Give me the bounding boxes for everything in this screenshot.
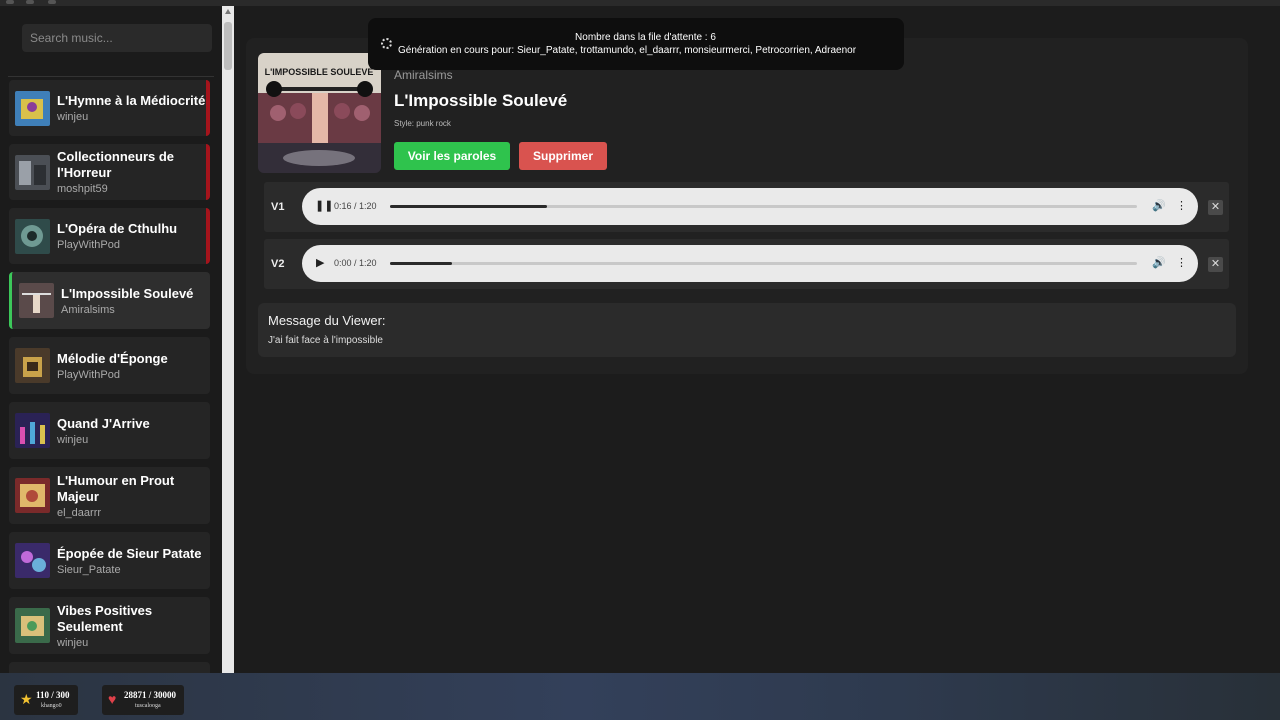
song-item[interactable]: Épopée de Sieur Patate Sieur_Patate [9,532,210,589]
seek-progress [390,205,547,208]
stat-user: khango0 [41,703,62,709]
back-icon[interactable] [6,0,14,4]
song-item[interactable]: Vibes Positives Seulement winjeu [9,597,210,654]
volume-icon[interactable]: 🔊 [1152,258,1166,269]
queue-notification: Nombre dans la file d'attente : 6 Généra… [368,18,904,70]
version-label: V1 [271,201,285,213]
song-author: Sieur_Patate [57,563,121,576]
sidebar: L'Hymne à la Médiocrité winjeu Collectio… [0,6,222,673]
song-title: Quand J'Arrive [57,415,150,431]
seek-bar[interactable] [390,262,1137,265]
audio-player[interactable]: ▶ 0:00 / 1:20 🔊 ⋮ [302,245,1198,282]
pause-icon[interactable]: ❚❚ [315,201,333,212]
seek-bar[interactable] [390,205,1137,208]
stat-user: tuscalooga [135,703,161,709]
song-title: L'Impossible Soulevé [61,285,194,301]
volume-icon[interactable]: 🔊 [1152,201,1166,212]
cover-text: L'IMPOSSIBLE SOULEVÉ [265,67,374,77]
close-icon[interactable]: ✕ [1208,200,1223,215]
viewer-message-body: J'ai fait face à l'impossible [268,335,383,346]
song-list: L'Hymne à la Médiocrité winjeu Collectio… [9,80,212,673]
song-thumbnail [15,543,50,578]
viewer-message-title: Message du Viewer: [268,313,386,328]
song-thumbnail [15,608,50,643]
time-display: 0:16 / 1:20 [334,201,377,211]
close-icon[interactable]: ✕ [1208,257,1223,272]
song-thumbnail [19,283,54,318]
song-author: winjeu [57,636,89,649]
song-author: PlayWithPod [57,239,120,251]
version-label: V2 [271,258,285,270]
more-options-icon[interactable]: ⋮ [1176,258,1187,269]
song-title: Épopée de Sieur Patate [57,545,202,561]
search-input[interactable] [22,24,212,52]
scrollbar-thumb[interactable] [224,22,232,70]
song-title: Mélodie d'Éponge [57,350,168,366]
song-thumbnail [15,413,50,448]
sidebar-scrollbar[interactable] [222,6,234,673]
seek-progress [390,262,452,265]
forward-icon[interactable] [26,0,34,4]
song-item[interactable]: L'Hymne à la Médiocrité winjeu [9,80,210,136]
song-author: moshpit59 [57,183,108,195]
song-thumbnail [15,348,50,383]
main-panel: L'IMPOSSIBLE SOULEVÉ Amiralsims L'Imposs… [234,6,1280,673]
queue-count: Nombre dans la file d'attente : 6 [575,32,716,43]
song-title: L'Opéra de Cthulhu [57,221,178,236]
delete-button[interactable]: Supprimer [519,142,607,170]
stat-badge-stars: ★ 110 / 300 khango0 [14,685,78,715]
reload-icon[interactable] [48,0,56,4]
generation-status: Génération en cours pour: Sieur_Patate, … [398,45,857,56]
stat-value: 110 / 300 [36,690,70,700]
song-thumbnail [15,218,50,254]
view-lyrics-button[interactable]: Voir les paroles [394,142,510,170]
song-author: Amiralsims [61,303,115,316]
song-author: Amiralsims [394,68,453,82]
version-row-v2: V2 ▶ 0:00 / 1:20 🔊 ⋮ ✕ [264,239,1229,289]
stat-badge-hearts: ♥ 28871 / 30000 tuscalooga [102,685,184,715]
stat-value: 28871 / 30000 [124,690,177,700]
song-author: PlayWithPod [57,368,120,381]
heart-icon: ♥ [108,691,117,707]
song-title: L'Humour en Prout Majeur [57,472,175,504]
song-item[interactable]: Quand J'Arrive winjeu [9,402,210,459]
audio-player[interactable]: ❚❚ 0:16 / 1:20 🔊 ⋮ [302,188,1198,225]
play-icon[interactable]: ▶ [316,258,324,269]
viewer-message: Message du Viewer: J'ai fait face à l'im… [258,303,1236,357]
song-item[interactable] [9,662,210,673]
song-author: el_daarrr [57,506,102,519]
sidebar-divider [8,76,214,77]
time-display: 0:00 / 1:20 [334,258,377,268]
song-thumbnail [15,478,50,513]
song-detail-card: L'IMPOSSIBLE SOULEVÉ Amiralsims L'Imposs… [246,38,1248,374]
song-item-active[interactable]: L'Impossible Soulevé Amiralsims [9,272,210,329]
song-title: Vibes Positives Seulement [57,602,153,634]
scroll-up-icon[interactable] [225,9,231,14]
song-item[interactable]: Collectionneurs de l'Horreur moshpit59 [9,144,210,200]
song-item[interactable]: L'Opéra de Cthulhu PlayWithPod [9,208,210,264]
song-thumbnail [15,90,50,126]
song-title: L'Impossible Soulevé [394,91,568,110]
song-author: winjeu [57,111,89,123]
footer-bar: ★ 110 / 300 khango0 ♥ 28871 / 30000 tusc… [0,673,1280,720]
song-item[interactable]: L'Humour en Prout Majeur el_daarrr [9,467,210,524]
song-cover: L'IMPOSSIBLE SOULEVÉ [258,53,381,173]
song-title: Collectionneurs de l'Horreur [57,149,175,180]
song-title: L'Hymne à la Médiocrité [57,93,206,108]
song-author: winjeu [57,433,89,446]
more-options-icon[interactable]: ⋮ [1176,201,1187,212]
song-thumbnail [15,154,50,190]
version-row-v1: V1 ❚❚ 0:16 / 1:20 🔊 ⋮ ✕ [264,182,1229,232]
song-style: Style: punk rock [394,119,451,128]
song-item[interactable]: Mélodie d'Éponge PlayWithPod [9,337,210,394]
star-icon: ★ [20,691,33,707]
